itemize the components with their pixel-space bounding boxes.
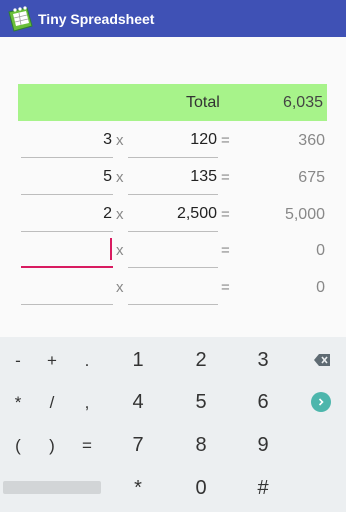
line-item-row: x = 0 [0,233,346,269]
multiply-sign: x [116,279,124,296]
total-row: Total 6,035 [18,84,327,121]
equals-sign: = [221,132,230,149]
key-6[interactable]: 6 [245,384,281,420]
key-7[interactable]: 7 [120,427,156,463]
line-item-row: 5 x 135 = 675 [0,160,346,196]
total-label: Total [186,93,220,111]
numeric-keyboard: - + . 1 2 3 * / , 4 5 6 ( ) = 7 8 9 * 0 … [0,337,346,512]
backspace-icon[interactable] [304,342,340,378]
key-asterisk-large[interactable]: * [120,470,156,506]
equals-sign: = [221,279,230,296]
quantity-input[interactable] [21,270,113,305]
multiply-sign: x [116,132,124,149]
row-result: 0 [316,242,325,259]
spacebar[interactable] [3,481,101,494]
key-plus[interactable]: + [34,343,70,379]
key-3[interactable]: 3 [245,342,281,378]
multiply-sign: x [116,206,124,223]
row-result: 0 [316,279,325,296]
key-slash[interactable]: / [34,385,70,421]
key-comma[interactable]: , [69,385,105,421]
key-0[interactable]: 0 [183,470,219,506]
multiply-sign: x [116,242,124,259]
price-input[interactable] [128,270,218,305]
text-cursor [109,238,112,260]
key-9[interactable]: 9 [245,427,281,463]
quantity-input[interactable]: 5 [21,160,113,195]
row-result: 675 [298,169,325,186]
app-title: Tiny Spreadsheet [38,10,155,27]
spreadsheet-app-icon [6,5,36,33]
key-minus[interactable]: - [0,343,36,379]
row-result: 5,000 [284,206,325,223]
app-bar: Tiny Spreadsheet [0,0,346,37]
key-8[interactable]: 8 [183,427,219,463]
next-arrow-icon [311,392,331,412]
key-period[interactable]: . [69,343,105,379]
equals-sign: = [221,242,230,259]
total-value: 6,035 [282,93,323,111]
key-close-paren[interactable]: ) [34,428,70,464]
key-asterisk[interactable]: * [0,385,36,421]
quantity-input[interactable]: 3 [21,123,113,158]
price-input[interactable] [128,233,218,268]
price-input[interactable]: 120 [128,123,218,158]
key-equals[interactable]: = [69,428,105,464]
quantity-input[interactable]: 2 [21,197,113,232]
next-key[interactable] [303,384,339,420]
line-item-row: x = 0 [0,270,346,306]
key-2[interactable]: 2 [183,342,219,378]
key-open-paren[interactable]: ( [0,428,36,464]
row-result: 360 [298,132,325,149]
quantity-input-focused[interactable] [21,233,113,268]
price-input[interactable]: 135 [128,160,218,195]
key-hash[interactable]: # [245,470,281,506]
equals-sign: = [221,169,230,186]
multiply-sign: x [116,169,124,186]
key-1[interactable]: 1 [120,342,156,378]
key-5[interactable]: 5 [183,384,219,420]
equals-sign: = [221,206,230,223]
price-input[interactable]: 2,500 [128,197,218,232]
line-item-row: 2 x 2,500 = 5,000 [0,197,346,233]
line-item-row: 3 x 120 = 360 [0,123,346,159]
key-4[interactable]: 4 [120,384,156,420]
